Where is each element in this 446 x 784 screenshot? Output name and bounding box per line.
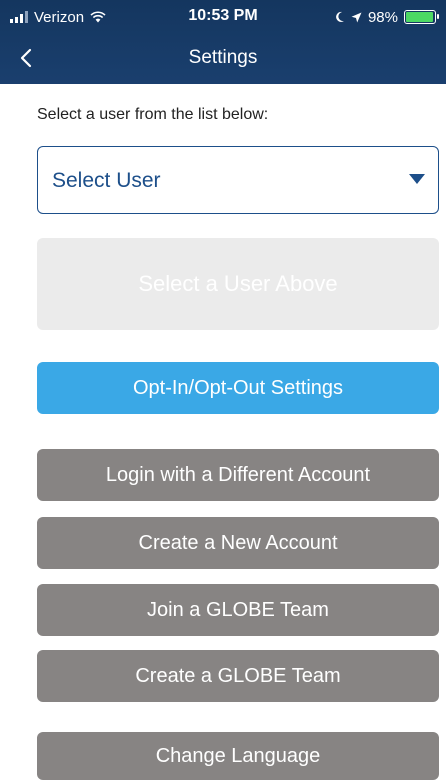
change-language-button[interactable]: Change Language	[37, 732, 439, 780]
page-title: Settings	[188, 47, 258, 68]
status-bar: Verizon 10:53 PM 98%	[0, 0, 446, 34]
nav-bar: Settings	[0, 34, 446, 84]
select-user-value: Select User	[52, 169, 161, 192]
caret-down-icon	[409, 174, 425, 184]
user-select-dropdown[interactable]: Select User	[37, 146, 439, 214]
battery-percent: 98%	[367, 8, 398, 26]
battery-level	[406, 12, 434, 22]
select-user-above-button: Select a User Above	[37, 238, 439, 330]
battery-icon	[404, 10, 439, 24]
join-globe-team-button[interactable]: Join a GLOBE Team	[37, 584, 439, 636]
moon-icon	[336, 11, 344, 22]
create-globe-team-button[interactable]: Create a GLOBE Team	[37, 650, 439, 702]
app-header: Verizon 10:53 PM 98% Settings	[0, 0, 446, 84]
create-new-account-button[interactable]: Create a New Account	[37, 517, 439, 569]
login-different-account-button[interactable]: Login with a Different Account	[37, 449, 439, 501]
opt-in-opt-out-button[interactable]: Opt-In/Opt-Out Settings	[37, 362, 439, 414]
instruction-text: Select a user from the list below:	[37, 106, 269, 123]
status-right: 98%	[335, 7, 439, 27]
location-icon	[351, 12, 362, 22]
